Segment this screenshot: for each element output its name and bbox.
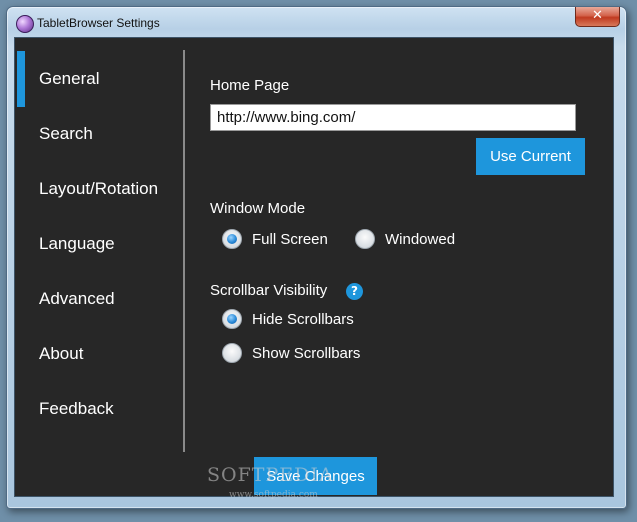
sidebar-item-language[interactable]: Language: [15, 217, 183, 271]
close-icon: ✕: [592, 8, 603, 23]
sidebar: General Search Layout/Rotation Language …: [15, 38, 185, 453]
watermark-text: SOFTPEDIA: [207, 464, 334, 486]
sidebar-item-label: Feedback: [39, 399, 114, 418]
radio-hide-scrollbars[interactable]: Hide Scrollbars: [222, 309, 354, 329]
sidebar-item-search[interactable]: Search: [15, 107, 183, 161]
settings-content: General Search Layout/Rotation Language …: [14, 37, 614, 500]
home-page-label: Home Page: [210, 77, 290, 94]
radio-button-checked[interactable]: [222, 229, 242, 249]
sidebar-item-about[interactable]: About: [15, 327, 183, 381]
use-current-button[interactable]: Use Current: [476, 138, 585, 175]
help-icon[interactable]: ?: [346, 283, 363, 300]
sidebar-item-label: Search: [39, 124, 93, 143]
radio-show-scrollbars[interactable]: Show Scrollbars: [222, 343, 360, 363]
radio-windowed[interactable]: Windowed: [355, 229, 455, 249]
app-globe-icon: [16, 15, 34, 33]
scrollbar-visibility-label: Scrollbar Visibility: [210, 282, 328, 299]
title-bar[interactable]: TabletBrowser Settings ✕: [7, 7, 626, 37]
settings-window: TabletBrowser Settings ✕ General Search …: [6, 6, 627, 509]
sidebar-item-label: About: [39, 344, 84, 363]
sidebar-divider: [183, 50, 185, 452]
home-page-input[interactable]: [210, 104, 576, 131]
sidebar-item-label: General: [39, 69, 100, 88]
window-title: TabletBrowser Settings: [37, 16, 160, 30]
radio-button-unchecked[interactable]: [222, 343, 242, 363]
sidebar-item-label: Layout/Rotation: [39, 179, 159, 198]
radio-label: Show Scrollbars: [252, 344, 361, 362]
radio-button-checked[interactable]: [222, 309, 242, 329]
radio-label: Hide Scrollbars: [252, 310, 354, 328]
radio-full-screen[interactable]: Full Screen: [222, 229, 328, 249]
sidebar-item-advanced[interactable]: Advanced: [15, 272, 183, 326]
radio-label: Full Screen: [252, 230, 328, 248]
radio-label: Windowed: [385, 230, 456, 248]
sidebar-item-feedback[interactable]: Feedback: [15, 382, 183, 436]
radio-button-unchecked[interactable]: [355, 229, 375, 249]
sidebar-item-layout-rotation[interactable]: Layout/Rotation: [15, 162, 183, 216]
sidebar-item-label: Language: [39, 234, 115, 253]
sidebar-item-general[interactable]: General: [15, 52, 183, 106]
sidebar-item-label: Advanced: [39, 289, 115, 308]
close-button[interactable]: ✕: [575, 7, 620, 27]
window-mode-label: Window Mode: [210, 200, 306, 217]
watermark-url: www.softpedia.com: [229, 490, 318, 500]
